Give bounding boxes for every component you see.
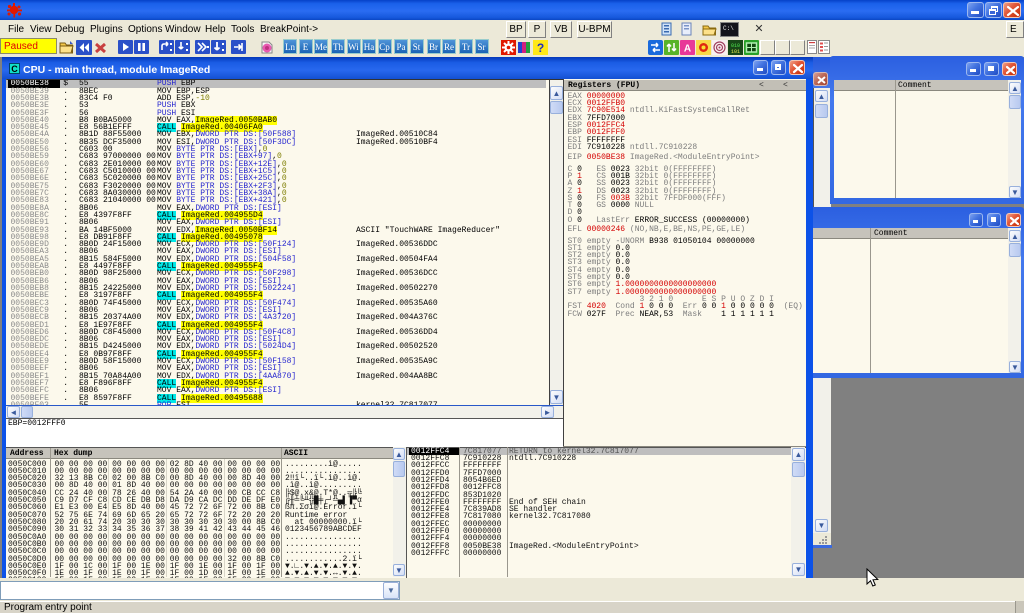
svg-text:A: A xyxy=(684,44,691,55)
svg-text:?: ? xyxy=(537,41,544,55)
svg-text:101: 101 xyxy=(731,49,740,55)
